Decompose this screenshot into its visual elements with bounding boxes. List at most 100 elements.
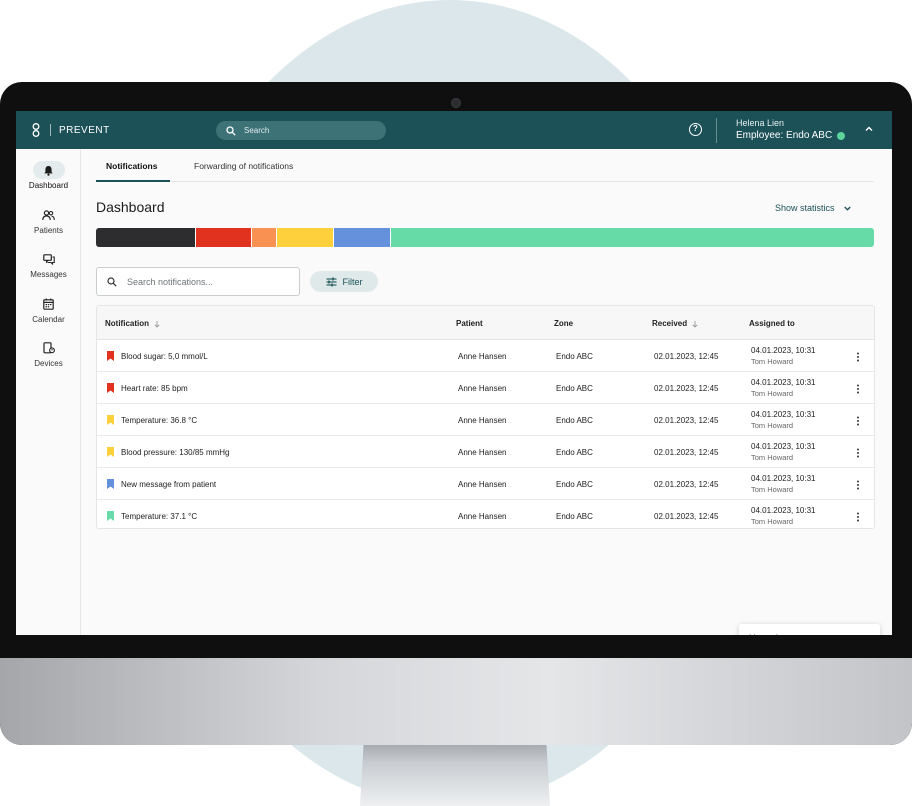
notifications-table: Notification Patient Zone Received Assig… [96,305,875,529]
stat-segment [96,228,196,247]
sidebar: Dashboard Patients Messages Calendar Dev… [16,149,81,635]
chat-icon [33,250,65,268]
chevron-up-icon[interactable] [864,124,874,134]
assigned-date: 04.01.2023, 10:31 [751,410,816,419]
more-options-icon[interactable] [853,383,863,395]
table-header: Notification Patient Zone Received Assig… [97,306,874,340]
tab-forwarding[interactable]: Forwarding of notifications [194,161,293,171]
online-status-icon [837,131,846,140]
help-icon[interactable]: ? [689,123,702,136]
top-bar: PREVENT Search ? Helena Lien Employee: E… [16,111,892,149]
flag-shape [107,479,114,489]
user-role-label: Employee: Endo ABC [736,130,833,141]
flag-shape [107,447,114,457]
received-cell: 02.01.2023, 12:45 [654,448,719,457]
assigned-name: Tom Howard [751,485,794,494]
more-options-icon[interactable] [853,351,863,363]
stat-segment [252,228,278,247]
global-search[interactable]: Search [216,121,386,140]
assigned-date: 04.01.2023, 10:31 [751,506,816,515]
global-search-placeholder: Search [244,126,270,135]
header-zone-label: Zone [554,319,574,328]
filter-button[interactable]: Filter [310,271,378,292]
table-row[interactable]: Temperature: 36.8 °C Anne Hansen Endo AB… [97,404,874,436]
monitor-chin [0,658,912,745]
header-assigned[interactable]: Assigned to [749,319,795,328]
sidebar-item-messages[interactable]: Messages [16,250,81,279]
more-options-icon[interactable] [853,511,863,523]
patient-cell: Anne Hansen [458,448,507,457]
app-logo[interactable]: PREVENT [30,123,110,137]
flag-icon [107,415,114,425]
assigned-name: Tom Howard [751,517,794,526]
flag-icon [107,383,114,393]
more-options-icon[interactable] [853,415,863,427]
tab-notifications[interactable]: Notifications [106,161,157,171]
table-row[interactable]: Blood sugar: 5,0 mmol/L Anne Hansen Endo… [97,340,874,372]
zone-cell: Endo ABC [556,384,593,393]
assigned-name: Tom Howard [751,421,794,430]
sidebar-item-label: Calendar [32,315,65,324]
table-row[interactable]: Blood pressure: 130/85 mmHg Anne Hansen … [97,436,874,468]
table-row[interactable]: Heart rate: 85 bpm Anne Hansen Endo ABC … [97,372,874,404]
user-menu[interactable]: Helena Lien Employee: Endo ABC [736,118,846,141]
header-zone[interactable]: Zone [554,319,573,328]
sidebar-item-label: Devices [34,359,63,368]
table-row[interactable]: New message from patient Anne Hansen End… [97,468,874,500]
sidebar-item-label: Dashboard [28,181,69,190]
notification-search-input[interactable]: Search notifications... [96,267,300,296]
zone-cell: Endo ABC [556,512,593,521]
notification-cell: New message from patient [121,480,217,489]
chevron-down-icon [843,206,851,211]
assigned-name: Tom Howard [751,357,794,366]
main-content: Notifications Forwarding of notification… [96,149,880,635]
header-received-label: Received [652,319,688,328]
more-options-icon[interactable] [853,447,863,459]
show-statistics-button[interactable]: Show statistics [775,203,852,213]
people-icon [33,206,65,224]
received-cell: 02.01.2023, 12:45 [654,384,719,393]
header-notification[interactable]: Notification [105,319,161,328]
more-options-icon[interactable] [853,479,863,491]
device-icon [33,339,65,357]
user-name: Helena Lien [736,118,785,128]
received-cell: 02.01.2023, 12:45 [654,480,719,489]
table-row[interactable]: Temperature: 37.1 °C Anne Hansen Endo AB… [97,500,874,528]
stat-segment [334,228,391,247]
sidebar-item-dashboard[interactable]: Dashboard [16,161,81,190]
monitor-frame: PREVENT Search ? Helena Lien Employee: E… [0,82,912,745]
assigned-name: Tom Howard [751,453,794,462]
flag-icon [107,511,114,521]
sidebar-item-patients[interactable]: Patients [16,206,81,235]
sliders-icon [326,277,336,286]
bell-icon [32,161,65,179]
patient-cell: Anne Hansen [458,352,507,361]
zone-cell: Endo ABC [556,416,593,425]
stat-segment [195,228,253,247]
sidebar-item-calendar[interactable]: Calendar [16,295,81,324]
sort-arrow-icon [692,320,698,328]
search-icon [226,125,236,136]
sort-arrow-icon [154,320,160,328]
sidebar-item-devices[interactable]: Devices [16,339,81,368]
received-cell: 02.01.2023, 12:45 [654,352,719,361]
logo-icon [32,123,40,137]
flag-icon [107,351,114,361]
stat-segment [390,228,874,247]
header-received[interactable]: Received [652,319,699,328]
patient-cell: Anne Hansen [458,416,507,425]
app-name: PREVENT [59,124,110,136]
received-cell: 02.01.2023, 12:45 [654,416,719,425]
header-notification-label: Notification [105,319,149,328]
flag-icon [107,447,114,457]
assigned-date: 04.01.2023, 10:31 [751,346,816,355]
header-assigned-label: Assigned to [749,319,795,328]
header-patient[interactable]: Patient [456,319,483,328]
flag-shape [107,511,114,521]
unassign-menu-item[interactable]: Unassign [739,624,880,635]
app-screen: PREVENT Search ? Helena Lien Employee: E… [16,111,892,635]
search-icon [107,276,117,287]
tab-bar: Notifications Forwarding of notification… [96,149,874,182]
statistics-bar [96,228,874,247]
header-patient-label: Patient [456,319,483,328]
